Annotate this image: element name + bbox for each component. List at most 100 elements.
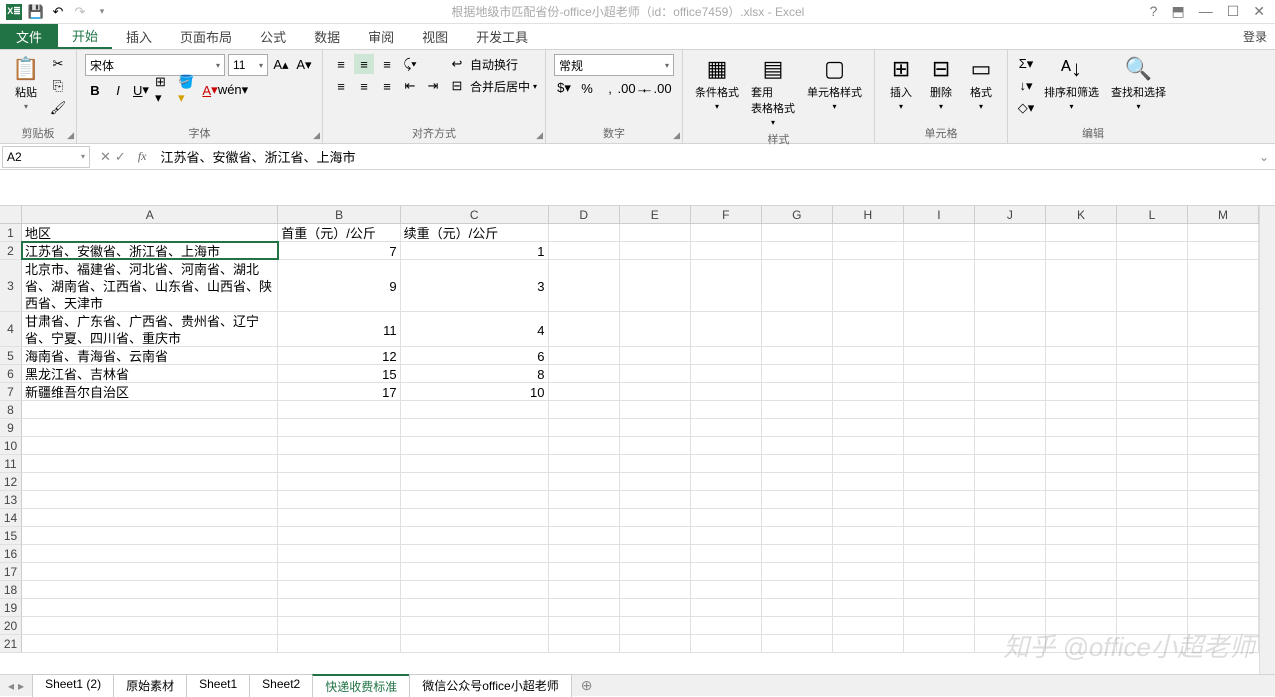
expand-formula-icon[interactable]: ⌄ (1253, 150, 1275, 164)
cell[interactable] (691, 419, 762, 436)
cell[interactable] (549, 581, 620, 598)
cell[interactable] (975, 491, 1046, 508)
cell[interactable] (762, 599, 833, 616)
cell[interactable] (762, 242, 833, 259)
cell[interactable] (22, 599, 278, 616)
cell[interactable] (1117, 260, 1188, 311)
conditional-format-button[interactable]: ▦条件格式▾ (691, 54, 743, 113)
cell[interactable]: 17 (278, 383, 400, 400)
cell[interactable] (1188, 599, 1259, 616)
cell[interactable] (762, 545, 833, 562)
insert-cells-button[interactable]: ⊞插入▾ (883, 54, 919, 113)
cell[interactable] (691, 527, 762, 544)
cell[interactable] (762, 581, 833, 598)
cell[interactable] (549, 599, 620, 616)
cell[interactable] (1117, 473, 1188, 490)
cell[interactable] (833, 224, 904, 241)
cell[interactable] (401, 473, 549, 490)
cell[interactable] (620, 242, 691, 259)
format-cells-button[interactable]: ▭格式▾ (963, 54, 999, 113)
cell[interactable] (1117, 347, 1188, 364)
cell[interactable] (975, 347, 1046, 364)
cell[interactable] (620, 473, 691, 490)
tab-developer[interactable]: 开发工具 (462, 24, 542, 49)
column-header[interactable]: M (1188, 206, 1259, 224)
cell[interactable] (549, 437, 620, 454)
row-header[interactable]: 12 (0, 473, 22, 491)
find-select-button[interactable]: 🔍查找和选择▾ (1107, 54, 1170, 113)
cell[interactable] (620, 437, 691, 454)
row-header[interactable]: 16 (0, 545, 22, 563)
cell[interactable]: 首重（元）/公斤 (278, 224, 400, 241)
cell[interactable] (833, 617, 904, 634)
cell[interactable] (620, 312, 691, 346)
cell[interactable] (691, 401, 762, 418)
column-header[interactable]: H (833, 206, 904, 224)
cell[interactable] (904, 545, 975, 562)
tab-home[interactable]: 开始 (58, 24, 112, 49)
row-header[interactable]: 7 (0, 383, 22, 401)
cell[interactable] (1046, 437, 1117, 454)
sort-filter-button[interactable]: ᴬ↓排序和筛选▾ (1040, 54, 1103, 113)
copy-button[interactable]: ⎘ (48, 76, 68, 96)
cell[interactable] (22, 437, 278, 454)
sheet-next-button[interactable]: ▸ (18, 679, 24, 693)
cell[interactable]: 1 (401, 242, 549, 259)
cell[interactable] (549, 545, 620, 562)
align-center-button[interactable]: ≡ (354, 76, 374, 96)
cut-button[interactable]: ✂ (48, 54, 68, 74)
cell[interactable] (1117, 242, 1188, 259)
autosum-button[interactable]: Σ▾ (1016, 54, 1036, 74)
cell[interactable] (904, 581, 975, 598)
cell[interactable] (762, 312, 833, 346)
row-header[interactable]: 18 (0, 581, 22, 599)
cell[interactable] (549, 224, 620, 241)
cell[interactable] (549, 527, 620, 544)
cell[interactable] (1188, 347, 1259, 364)
cell[interactable] (1117, 437, 1188, 454)
cell[interactable] (975, 260, 1046, 311)
row-header[interactable]: 15 (0, 527, 22, 545)
cell[interactable] (904, 224, 975, 241)
cell[interactable] (401, 455, 549, 472)
row-header[interactable]: 11 (0, 455, 22, 473)
cell[interactable] (620, 260, 691, 311)
cell[interactable] (691, 242, 762, 259)
cell[interactable] (833, 581, 904, 598)
cell[interactable] (975, 473, 1046, 490)
cell[interactable] (1188, 419, 1259, 436)
row-header[interactable]: 9 (0, 419, 22, 437)
cell[interactable] (762, 383, 833, 400)
cell[interactable] (620, 509, 691, 526)
cell[interactable] (833, 527, 904, 544)
cell[interactable] (549, 455, 620, 472)
save-icon[interactable]: 💾 (28, 4, 44, 20)
cell[interactable] (620, 563, 691, 580)
cell[interactable] (833, 383, 904, 400)
cell[interactable] (1117, 365, 1188, 382)
decrease-decimal-button[interactable]: ←.00 (646, 78, 666, 98)
cell[interactable] (22, 491, 278, 508)
cell[interactable] (762, 365, 833, 382)
cell[interactable] (762, 347, 833, 364)
row-header[interactable]: 13 (0, 491, 22, 509)
row-header[interactable]: 10 (0, 437, 22, 455)
cell[interactable] (278, 437, 400, 454)
column-header[interactable]: I (904, 206, 975, 224)
cell[interactable] (904, 347, 975, 364)
align-middle-button[interactable]: ≡ (354, 54, 374, 74)
ribbon-options-icon[interactable]: ⬒ (1171, 3, 1184, 20)
cell[interactable] (278, 581, 400, 598)
italic-button[interactable]: I (108, 80, 128, 100)
cell[interactable] (691, 581, 762, 598)
cell[interactable] (278, 419, 400, 436)
cell[interactable] (762, 617, 833, 634)
number-format-combo[interactable]: 常规▾ (554, 54, 674, 76)
row-header[interactable]: 14 (0, 509, 22, 527)
cell[interactable] (975, 635, 1046, 652)
cell[interactable] (1188, 365, 1259, 382)
format-as-table-button[interactable]: ▤套用 表格格式▾ (747, 54, 799, 129)
column-header[interactable]: J (975, 206, 1046, 224)
tab-data[interactable]: 数据 (300, 24, 354, 49)
cell[interactable] (1117, 491, 1188, 508)
